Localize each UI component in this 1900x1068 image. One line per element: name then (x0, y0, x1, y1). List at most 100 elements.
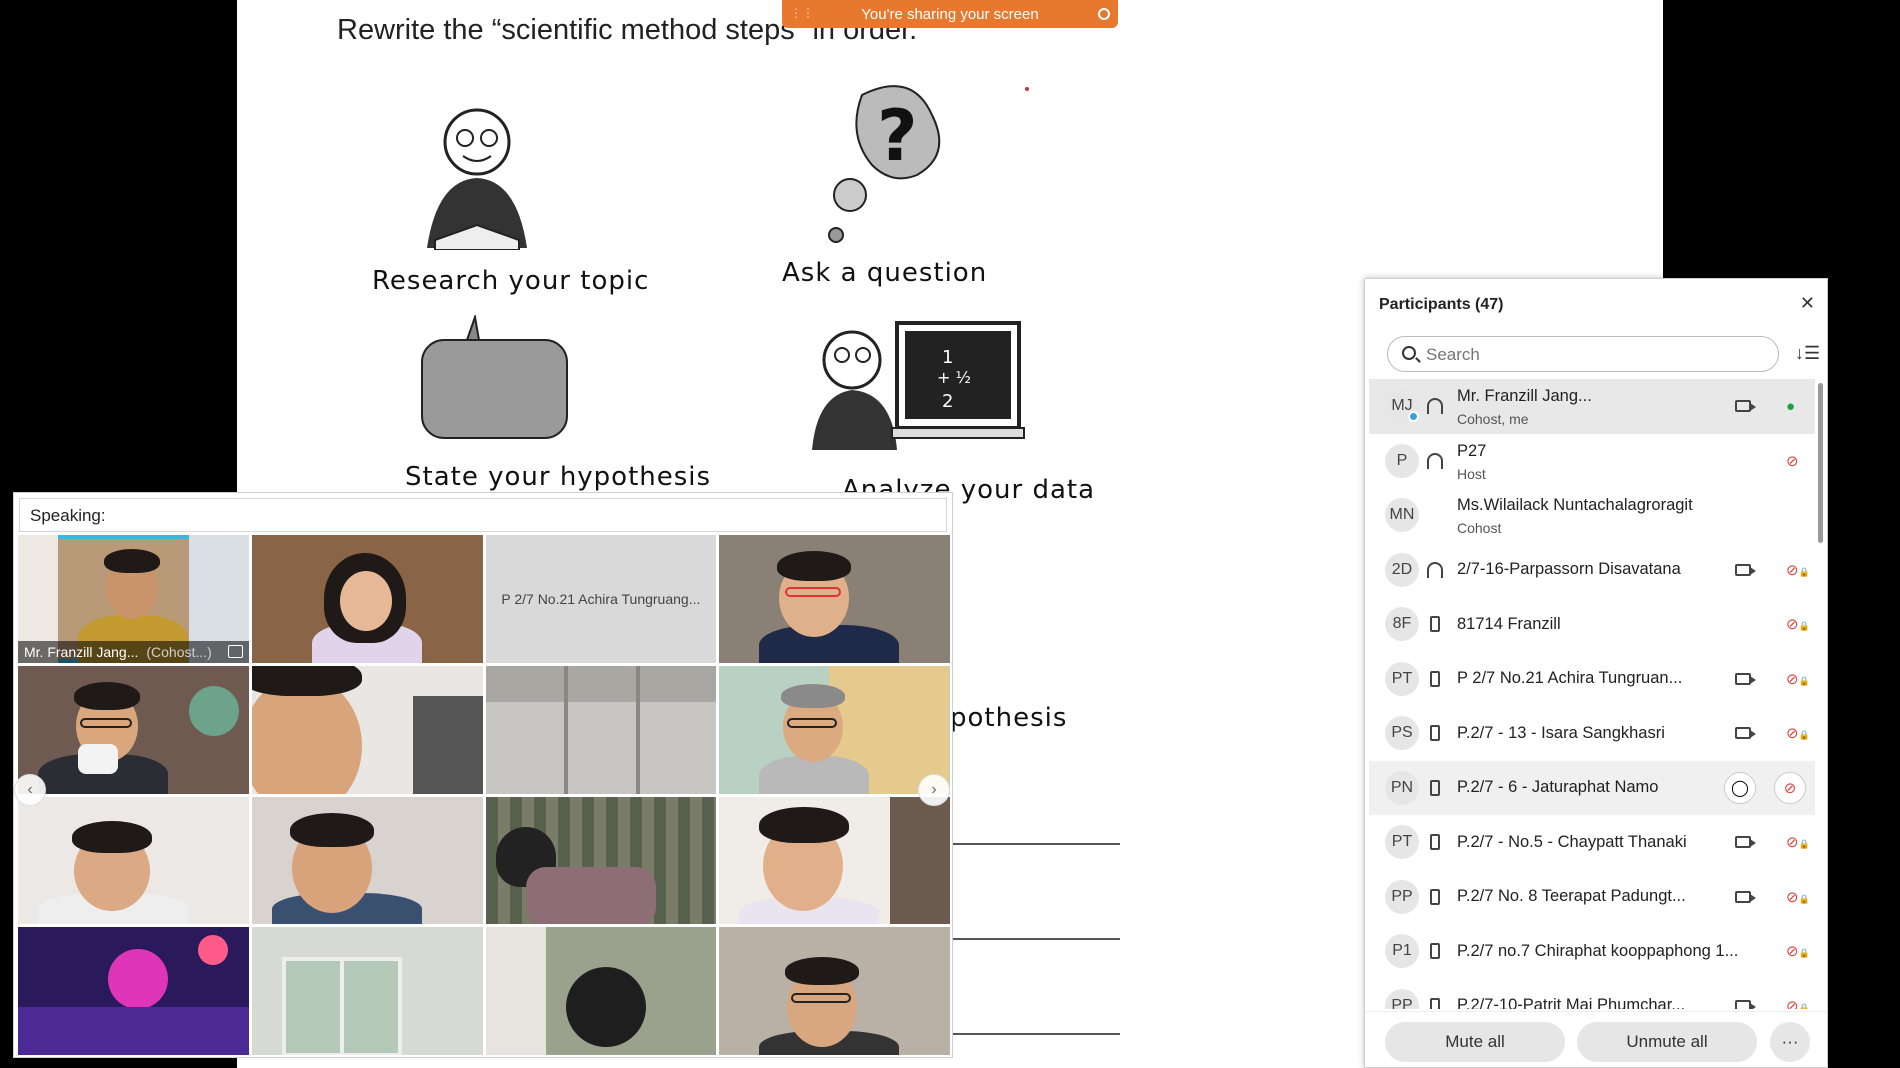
mic-muted-locked-icon[interactable]: ⊘🔒 (1786, 561, 1810, 579)
video-tile[interactable]: Mr. Franzill Jang... (Cohost...) (18, 535, 249, 663)
mute-all-button[interactable]: Mute all (1385, 1022, 1565, 1062)
svg-text:2: 2 (942, 391, 953, 412)
mic-muted-locked-icon[interactable]: ⊘🔒 (1786, 670, 1810, 688)
chat-button[interactable]: ◯ (1724, 771, 1756, 804)
label-hypothesis: State your hypothesis (405, 462, 712, 492)
sharing-screen-banner[interactable]: ⋮⋮ You're sharing your screen (782, 0, 1118, 28)
phone-icon (1430, 616, 1440, 633)
mic-on-icon[interactable]: ● (1786, 398, 1795, 415)
camera-icon[interactable] (1735, 672, 1756, 685)
phone-icon (1430, 725, 1440, 742)
mic-muted-locked-icon[interactable]: ⊘🔒 (1786, 615, 1810, 633)
phone-icon (1430, 834, 1440, 851)
participant-row[interactable]: P1 P.2/7 no.7 Chiraphat kooppaphong 1...… (1369, 924, 1815, 979)
participant-row[interactable]: P P27 Host ⊘ (1369, 434, 1815, 489)
avatar: PT (1385, 661, 1419, 696)
video-tile[interactable] (719, 665, 950, 794)
participants-search[interactable] (1387, 336, 1779, 372)
video-tile[interactable] (18, 796, 249, 925)
participants-scrollbar[interactable] (1818, 383, 1823, 543)
participant-name: P.2/7 - 13 - Isara Sangkhasri (1457, 723, 1665, 742)
participant-row[interactable]: PT P.2/7 - No.5 - Chaypatt Thanaki ⊘🔒 (1369, 815, 1815, 870)
participant-name: 81714 Franzill (1457, 614, 1561, 633)
phone-icon (1430, 779, 1440, 796)
participant-name: P 2/7 No.21 Achira Tungruan... (1457, 669, 1683, 688)
video-tile[interactable] (485, 927, 717, 1055)
participant-row[interactable]: PT P 2/7 No.21 Achira Tungruan... ⊘🔒 (1369, 652, 1815, 707)
video-tile[interactable] (18, 665, 249, 794)
red-mark (1025, 87, 1029, 91)
phone-icon (1430, 997, 1440, 1009)
video-tile[interactable] (485, 665, 717, 794)
mic-muted-locked-icon[interactable]: ⊘🔒 (1786, 724, 1810, 742)
phone-icon (1430, 943, 1440, 960)
participant-name: P.2/7 No. 8 Teerapat Padungt... (1457, 887, 1686, 906)
headset-icon (1427, 398, 1443, 415)
mic-muted-locked-icon[interactable]: ⊘🔒 (1786, 997, 1810, 1009)
participant-role: Host (1457, 465, 1486, 482)
participant-row[interactable]: PN P.2/7 - 6 - Jaturaphat Namo ◯ ⊘ (1369, 760, 1815, 815)
tile-name-label: Mr. Franzill Jang... (Cohost...) (18, 640, 249, 663)
video-tile[interactable] (251, 535, 483, 663)
participant-role: Cohost (1457, 520, 1502, 536)
video-grid: Mr. Franzill Jang... (Cohost...) P 2/7 No… (18, 535, 950, 1055)
status-dot (1408, 411, 1419, 422)
sort-icon[interactable]: ↓☰ (1795, 343, 1820, 365)
camera-icon[interactable] (1735, 890, 1756, 903)
participant-row[interactable]: PS P.2/7 - 13 - Isara Sangkhasri ⊘🔒 (1369, 706, 1815, 761)
video-tile[interactable] (719, 927, 950, 1055)
more-options-button[interactable]: ··· (1770, 1022, 1810, 1062)
participant-name: Ms.Wilailack Nuntachalagroragit (1457, 496, 1693, 514)
participants-title: Participants (47) (1379, 296, 1504, 313)
avatar: PS (1385, 716, 1419, 751)
participant-name: Mr. Franzill Jang... (1457, 387, 1592, 405)
unmute-all-button[interactable]: Unmute all (1577, 1022, 1757, 1062)
headset-icon (1427, 452, 1443, 469)
participant-row[interactable]: PP P.2/7 No. 8 Teerapat Padungt... ⊘🔒 (1369, 870, 1815, 925)
stop-share-icon[interactable] (1098, 8, 1110, 20)
video-gallery-panel: Speaking: Mr. Franzill Jang... (Cohost...… (13, 492, 953, 1058)
mic-muted-locked-icon[interactable]: ⊘🔒 (1786, 833, 1810, 851)
participant-row[interactable]: MN Ms.Wilailack Nuntachalagroragit Cohos… (1369, 488, 1815, 543)
camera-icon[interactable] (1735, 400, 1756, 413)
label-research: Research your topic (372, 266, 650, 296)
video-tile[interactable] (485, 796, 717, 925)
video-tile[interactable] (719, 796, 950, 925)
video-tile[interactable] (251, 927, 483, 1055)
mic-muted-locked-icon[interactable]: ⊘🔒 (1786, 888, 1810, 906)
next-page-button[interactable]: › (918, 774, 950, 806)
camera-icon[interactable] (1735, 836, 1756, 849)
mic-muted-button[interactable]: ⊘ (1774, 771, 1806, 804)
avatar: 8F (1385, 607, 1419, 642)
drag-grip-icon[interactable]: ⋮⋮ (790, 6, 814, 20)
search-input[interactable] (1426, 344, 1766, 366)
camera-icon[interactable] (1735, 999, 1756, 1009)
headset-icon (1427, 561, 1443, 578)
video-tile[interactable] (251, 796, 483, 925)
svg-text:?: ? (877, 95, 918, 177)
participant-row[interactable]: 2D 2/7-16-Parpassorn Disavatana ⊘🔒 (1369, 543, 1815, 598)
participant-name: P.2/7 - 6 - Jaturaphat Namo (1457, 778, 1659, 797)
participant-row[interactable]: MJ Mr. Franzill Jang... Cohost, me ● (1369, 379, 1815, 434)
phone-icon (1430, 888, 1440, 905)
mic-muted-locked-icon[interactable]: ⊘🔒 (1786, 942, 1810, 960)
label-partial-hypothesis: pothesis (950, 703, 1068, 733)
mic-muted-icon[interactable]: ⊘ (1786, 452, 1799, 470)
participants-panel: Participants (47) ✕ ↓☰ MJ Mr. Franzill J… (1364, 278, 1828, 1068)
avatar: P1 (1385, 934, 1419, 969)
camera-icon[interactable] (1735, 727, 1756, 740)
participant-row[interactable]: PP P.2/7-10-Patrit Mai Phumchar... ⊘🔒 (1369, 979, 1815, 1009)
avatar: P (1385, 443, 1419, 478)
video-tile[interactable] (18, 927, 249, 1055)
video-tile[interactable] (719, 535, 950, 663)
chalkboard-person-illustration: 1 + ½ 2 (812, 321, 1025, 450)
participant-row[interactable]: 8F 81714 Franzill ⊘🔒 (1369, 597, 1815, 652)
participant-name: P.2/7-10-Patrit Mai Phumchar... (1457, 996, 1686, 1009)
video-tile[interactable] (251, 665, 483, 794)
previous-page-button[interactable]: ‹ (14, 774, 46, 806)
video-tile[interactable]: P 2/7 No.21 Achira Tungruang... (485, 535, 717, 663)
svg-text:1: 1 (942, 347, 953, 368)
avatar: MN (1385, 498, 1419, 533)
camera-icon[interactable] (1735, 563, 1756, 576)
close-icon[interactable]: ✕ (1800, 293, 1815, 314)
